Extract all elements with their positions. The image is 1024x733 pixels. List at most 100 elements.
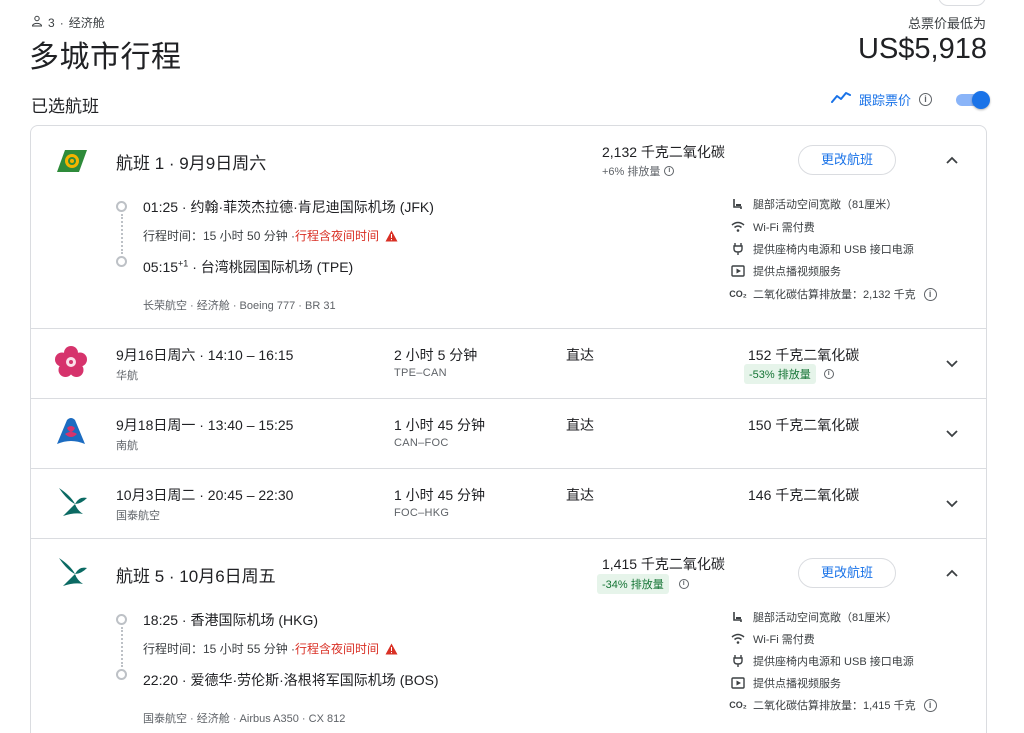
flight-leg-4[interactable]: 10月3日周二 · 20:45 – 22:30 国泰航空 1 小时 45 分钟 … xyxy=(31,468,986,538)
amenity-text: Wi-Fi 需付费 xyxy=(753,222,815,234)
leg-duration: 2 小时 5 分钟 xyxy=(394,347,478,363)
overnight-warning: 行程含夜间时间 xyxy=(295,642,380,656)
top-partial-button[interactable] xyxy=(938,0,986,6)
amenity-text: Wi-Fi 需付费 xyxy=(753,634,815,646)
amenity-text: 二氧化碳估算排放量：1,415 千克 xyxy=(753,700,916,712)
passenger-count: 3 xyxy=(48,15,55,30)
emissions-delta: -53% 排放量 i xyxy=(744,364,834,384)
arrival-dot xyxy=(116,256,127,267)
trend-icon xyxy=(830,90,851,109)
page-title: 多城市行程 xyxy=(29,41,182,74)
warning-icon xyxy=(385,230,398,241)
amenity-text: 腿部活动空间宽敞（81厘米） xyxy=(753,612,898,624)
china-southern-logo-icon xyxy=(51,412,91,452)
leg-emissions: 2,132 千克二氧化碳 xyxy=(602,144,725,160)
amenity-video: 提供点播视频服务 xyxy=(731,263,841,279)
leg-title: 航班 1 · 9月9日周六 xyxy=(116,154,267,173)
chevron-down-icon[interactable] xyxy=(943,494,961,512)
chevron-down-icon[interactable] xyxy=(943,354,961,372)
info-icon[interactable]: i xyxy=(923,698,937,712)
amenity-wifi: Wi-Fi 需付费 xyxy=(731,631,815,647)
arrival-info: 22:20 · 爱德华·劳伦斯·洛根将军国际机场 (BOS) xyxy=(143,672,439,688)
china-airlines-logo-icon xyxy=(51,342,91,382)
change-flight-button[interactable]: 更改航班 xyxy=(798,145,896,175)
amenity-legroom: 腿部活动空间宽敞（81厘米） xyxy=(731,609,897,625)
leg-airline: 国泰航空 xyxy=(116,510,160,522)
travel-duration: 行程时间：15 小时 50 分钟 · 行程含夜间时间 xyxy=(143,227,398,244)
video-icon xyxy=(731,676,745,690)
travel-duration: 行程时间：15 小时 55 分钟 · 行程含夜间时间 xyxy=(143,640,398,657)
chevron-down-icon[interactable] xyxy=(943,424,961,442)
info-icon[interactable]: i xyxy=(923,287,937,301)
leg-route: CAN–FOC xyxy=(394,437,449,449)
co2-icon: CO₂ xyxy=(729,289,747,299)
change-flight-button[interactable]: 更改航班 xyxy=(798,558,896,588)
leg-date-time: 10月3日周二 · 20:45 – 22:30 xyxy=(116,487,294,503)
leg-date-time: 9月18日周一 · 13:40 – 15:25 xyxy=(116,417,294,433)
route-dotted-line xyxy=(121,214,123,254)
arrival-dot xyxy=(116,669,127,680)
price-tracking: 跟踪票价 i xyxy=(830,90,990,109)
next-day-marker: +1 xyxy=(178,258,189,269)
emissions-delta: +6% 排放量 i xyxy=(602,163,675,179)
departure-dot xyxy=(116,201,127,212)
amenity-power: 提供座椅内电源和 USB 接口电源 xyxy=(731,653,914,669)
route-dotted-line xyxy=(121,627,123,667)
toggle-knob xyxy=(972,90,990,109)
flight-leg-2[interactable]: 9月16日周六 · 14:10 – 16:15 华航 2 小时 5 分钟 TPE… xyxy=(31,328,986,398)
wifi-icon xyxy=(731,632,745,646)
chevron-up-icon[interactable] xyxy=(943,151,961,169)
departure-dot xyxy=(116,614,127,625)
leg-stops: 直达 xyxy=(566,347,594,363)
leg-route: TPE–CAN xyxy=(394,367,447,379)
chevron-up-icon[interactable] xyxy=(943,564,961,582)
emissions-delta: -34% 排放量 i xyxy=(597,574,689,594)
arrival-airport: · 台湾桃园国际机场 (TPE) xyxy=(188,259,354,275)
leg-emissions: 1,415 千克二氧化碳 xyxy=(602,556,725,572)
amenity-text: 提供点播视频服务 xyxy=(753,678,841,690)
leg-stops: 直达 xyxy=(566,417,594,433)
leg-route: FOC–HKG xyxy=(394,507,450,519)
leg-stops: 直达 xyxy=(566,487,594,503)
cathay-pacific-logo-icon xyxy=(51,482,91,522)
info-icon[interactable]: i xyxy=(823,369,834,379)
trip-meta: 3 · 经济舱 xyxy=(31,14,105,31)
emissions-badge: -34% 排放量 xyxy=(597,574,669,594)
amenity-wifi: Wi-Fi 需付费 xyxy=(731,219,815,235)
flight-leg-1[interactable]: 航班 1 · 9月9日周六 2,132 千克二氧化碳 +6% 排放量 i 更改航… xyxy=(31,126,986,328)
leg-emissions: 146 千克二氧化碳 xyxy=(748,487,860,503)
seat-icon xyxy=(731,610,745,624)
passenger-icon xyxy=(31,15,43,30)
leg-emissions: 152 千克二氧化碳 xyxy=(748,347,860,363)
departure-info: 01:25 · 约翰·菲茨杰拉德·肯尼迪国际机场 (JFK) xyxy=(143,199,434,215)
selected-flights-card: 航班 1 · 9月9日周六 2,132 千克二氧化碳 +6% 排放量 i 更改航… xyxy=(30,125,987,733)
amenity-legroom: 腿部活动空间宽敞（81厘米） xyxy=(731,196,897,212)
selected-flights-heading: 已选航班 xyxy=(31,97,99,116)
overnight-warning: 行程含夜间时间 xyxy=(295,229,380,243)
co2-icon: CO₂ xyxy=(729,700,747,710)
price-label: 总票价最低为 xyxy=(907,16,986,31)
power-plug-icon xyxy=(731,242,745,256)
airline-details: 国泰航空 · 经济舱 · Airbus A350 · CX 812 xyxy=(143,713,346,725)
flight-leg-3[interactable]: 9月18日周一 · 13:40 – 15:25 南航 1 小时 45 分钟 CA… xyxy=(31,398,986,468)
power-plug-icon xyxy=(731,654,745,668)
emissions-delta-text: +6% 排放量 xyxy=(602,166,661,178)
amenity-video: 提供点播视频服务 xyxy=(731,675,841,691)
amenity-emissions: CO₂ 二氧化碳估算排放量：1,415 千克 i xyxy=(729,697,937,713)
amenity-text: 腿部活动空间宽敞（81厘米） xyxy=(753,199,898,211)
cathay-pacific-logo-icon xyxy=(51,552,91,592)
amenity-power: 提供座椅内电源和 USB 接口电源 xyxy=(731,241,914,257)
amenity-text: 提供点播视频服务 xyxy=(753,266,841,278)
track-prices-label[interactable]: 跟踪票价 xyxy=(859,90,911,109)
warning-icon xyxy=(385,643,398,654)
amenity-emissions: CO₂ 二氧化碳估算排放量：2,132 千克 i xyxy=(729,286,937,302)
info-icon[interactable]: i xyxy=(919,93,932,106)
amenity-text: 提供座椅内电源和 USB 接口电源 xyxy=(753,244,914,256)
flight-leg-5[interactable]: 航班 5 · 10月6日周五 1,415 千克二氧化碳 -34% 排放量 i 更… xyxy=(31,538,986,733)
video-icon xyxy=(731,264,745,278)
info-icon[interactable]: i xyxy=(678,579,689,589)
airline-details: 长荣航空 · 经济舱 · Boeing 777 · BR 31 xyxy=(143,300,336,312)
cabin-class: 经济舱 xyxy=(68,16,105,30)
track-prices-toggle[interactable] xyxy=(954,90,990,109)
info-icon[interactable]: i xyxy=(664,166,675,176)
